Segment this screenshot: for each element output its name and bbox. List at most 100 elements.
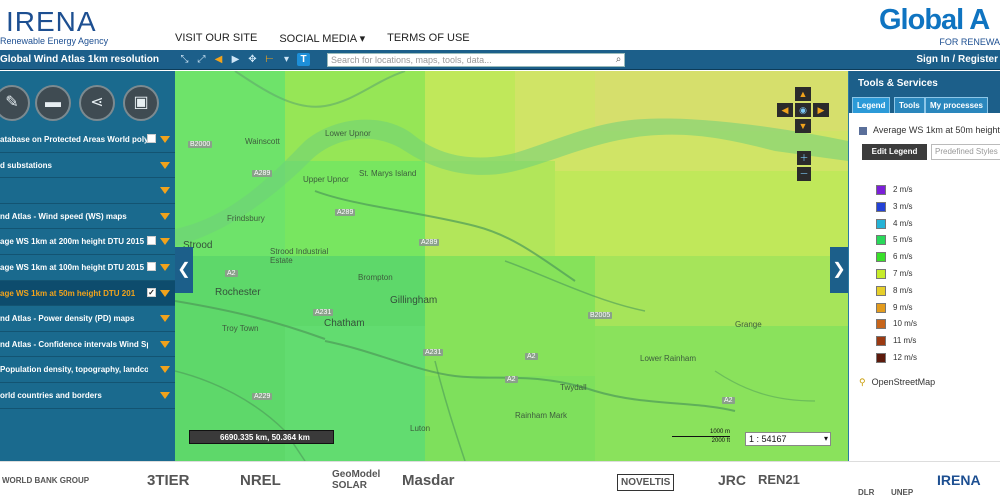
expand-arrow-icon[interactable]: [160, 315, 170, 323]
layer-row[interactable]: age WS 1km at 100m height DTU 2015: [0, 255, 175, 281]
partner-logo[interactable]: JRC: [718, 472, 746, 488]
back-arrow-icon[interactable]: ◀: [212, 53, 225, 66]
signin-link[interactable]: Sign In / Register: [916, 54, 998, 65]
expand-arrow-icon[interactable]: [160, 238, 170, 246]
text-info-icon[interactable]: T: [297, 53, 310, 66]
edit-legend-button[interactable]: Edit Legend: [862, 144, 927, 160]
tools-panel-tabs: Legend Tools My processes: [849, 97, 1000, 113]
legend-swatch: [876, 302, 886, 313]
basemap-item[interactable]: ⚲ OpenStreetMap: [859, 377, 935, 388]
place-label: Frindsbury: [227, 214, 265, 223]
expand-arrow-icon[interactable]: [160, 161, 170, 169]
global-atlas-logo[interactable]: Global A FOR RENEWA: [875, 4, 1000, 46]
layer-label: nd Atlas - Wind speed (WS) maps: [0, 211, 127, 221]
layer-label: nd Atlas - Power density (PD) maps: [0, 314, 135, 324]
partner-logo[interactable]: Masdar: [402, 472, 455, 489]
layer-row[interactable]: Population density, topography, landco..…: [0, 357, 175, 383]
partner-logo[interactable]: GeoModel SOLAR: [332, 469, 390, 491]
predefined-styles-select[interactable]: Predefined Styles: [931, 144, 1000, 160]
expand-arrow-icon[interactable]: [160, 289, 170, 297]
scale-line: [672, 436, 730, 437]
tab-legend[interactable]: Legend: [852, 97, 891, 113]
pan-control: ▲ ◀ ◉ ▶ ▼: [775, 87, 831, 143]
tab-tools[interactable]: Tools: [894, 97, 925, 113]
layer-label: nd Atlas - Confidence intervals Wind Spe…: [0, 339, 148, 349]
expand-arrow-icon[interactable]: [160, 366, 170, 374]
layer-row[interactable]: age WS 1km at 200m height DTU 2015: [0, 229, 175, 255]
expand-arrow-icon[interactable]: [160, 212, 170, 220]
legend-label: 5 m/s: [893, 235, 913, 245]
expand-arrow-icon[interactable]: [160, 136, 170, 143]
zoom-in-tool-icon[interactable]: ⤡: [178, 53, 191, 66]
expand-arrow-icon[interactable]: [160, 263, 170, 271]
scale-bar: 1000 m 2000 ft: [672, 429, 730, 445]
pan-up-icon[interactable]: ▲: [795, 87, 811, 101]
search-icon[interactable]: ⌕: [612, 53, 625, 67]
share-icon[interactable]: ⋖: [79, 85, 115, 121]
pan-down-icon[interactable]: ▼: [795, 119, 811, 133]
partner-logo[interactable]: 3TIER: [147, 472, 190, 489]
layer-row[interactable]: [0, 178, 175, 204]
partner-logo[interactable]: WORLD BANK GROUP: [2, 476, 89, 485]
layer-checkbox[interactable]: [147, 261, 156, 271]
nav-social-media[interactable]: SOCIAL MEDIA ▾: [279, 32, 365, 45]
zoom-in-icon[interactable]: ＋: [797, 151, 811, 165]
partner-logo[interactable]: REN21: [758, 472, 800, 487]
nav-terms-of-use[interactable]: TERMS OF USE: [387, 32, 470, 45]
legend-swatch: [876, 269, 886, 279]
expand-arrow-icon[interactable]: [160, 340, 170, 348]
legend-layer-title: Average WS 1km at 50m height: [859, 125, 1000, 135]
place-label: Lower Rainham: [640, 354, 697, 363]
layer-checkbox[interactable]: ✓: [147, 287, 156, 297]
layer-row[interactable]: nd Atlas - Confidence intervals Wind Spe…: [0, 332, 175, 358]
map-tools: ⤡ ⤢ ◀ ▶ ✥ ⊢ ▾ T: [178, 53, 310, 66]
zoom-out-icon[interactable]: －: [797, 167, 811, 181]
layer-row[interactable]: nd Atlas - Wind speed (WS) maps: [0, 204, 175, 230]
forward-arrow-icon[interactable]: ▶: [229, 53, 242, 66]
measure-tool-icon[interactable]: ⊢: [263, 53, 276, 66]
layer-row[interactable]: atabase on Protected Areas World polygo: [0, 127, 175, 153]
layer-row[interactable]: nd Atlas - Power density (PD) maps: [0, 306, 175, 332]
road-label: B2005: [588, 312, 613, 319]
dropdown-icon[interactable]: ▾: [280, 53, 293, 66]
pan-tool-icon[interactable]: ✥: [246, 53, 259, 66]
legend-label: 11 m/s: [893, 336, 917, 346]
pencil-icon[interactable]: ✎: [0, 85, 30, 121]
legend-swatch: [876, 285, 886, 296]
pan-left-icon[interactable]: ◀: [777, 103, 793, 117]
global-atlas-app: { "header": { "irena_logo_text": "IRENA"…: [0, 0, 1000, 500]
layer-checkbox[interactable]: [147, 134, 156, 143]
map-view[interactable]: Lower Upnor Wainscott Upper Upnor St. Ma…: [175, 71, 848, 461]
partner-logo[interactable]: IRENA: [937, 472, 981, 488]
pan-right-icon[interactable]: ▶: [813, 103, 829, 117]
partner-logo[interactable]: NREL: [240, 472, 281, 489]
layer-row[interactable]: age WS 1km at 50m height DTU 201 ✓: [0, 280, 175, 307]
search-input[interactable]: Search for locations, maps, tools, data.…: [327, 53, 625, 67]
partner-logo[interactable]: NOVELTIS: [617, 474, 675, 491]
global-atlas-logo-subtitle: FOR RENEWA: [939, 37, 1000, 46]
legend-label: 6 m/s: [893, 252, 913, 262]
tab-my-processes[interactable]: My processes: [925, 97, 988, 113]
folder-icon[interactable]: ▬: [35, 85, 71, 121]
place-label: Wainscott: [245, 137, 280, 146]
partner-logo[interactable]: UNEP: [891, 488, 913, 497]
scale-select[interactable]: 1 : 54167 ▾: [745, 432, 831, 446]
save-icon[interactable]: ▣: [123, 85, 159, 121]
collapse-left-arrow-icon[interactable]: ❮: [175, 247, 193, 293]
layer-checkbox[interactable]: [147, 236, 156, 246]
zoom-out-tool-icon[interactable]: ⤢: [195, 53, 208, 66]
irena-logo[interactable]: IRENA Renewable Energy Agency: [0, 4, 110, 46]
nav-visit-site[interactable]: VISIT OUR SITE: [175, 32, 257, 45]
legend-label: 9 m/s: [893, 302, 913, 312]
legend-label: 10 m/s: [893, 319, 918, 329]
partner-logo[interactable]: DLR: [858, 488, 874, 497]
layer-row[interactable]: orld countries and borders: [0, 383, 175, 409]
globe-icon[interactable]: ◉: [795, 103, 811, 117]
expand-arrow-icon[interactable]: [160, 187, 170, 195]
road-label: A2: [225, 270, 238, 277]
sidebar-buttons: ✎ ▬ ⋖ ▣: [0, 77, 175, 127]
collapse-right-arrow-icon[interactable]: ❯: [830, 247, 848, 293]
expand-arrow-icon[interactable]: [160, 391, 170, 399]
layer-row[interactable]: d substations: [0, 153, 175, 179]
layer-label: d substations: [0, 160, 53, 170]
